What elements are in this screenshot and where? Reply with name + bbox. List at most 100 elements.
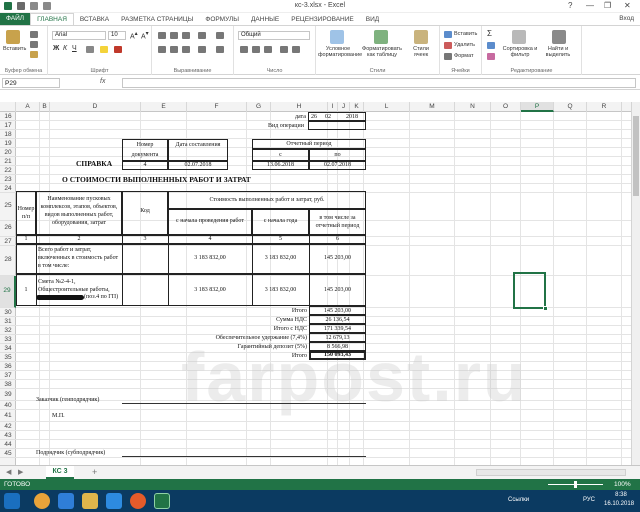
font-size-dropdown[interactable]: 10 (108, 31, 126, 40)
column-header-p[interactable]: P (521, 102, 554, 112)
add-sheet-icon[interactable]: + (92, 467, 97, 477)
selected-cell-p29[interactable] (513, 272, 546, 309)
row-header-21[interactable]: 21 (0, 157, 16, 166)
name-box[interactable]: P29 (2, 78, 60, 88)
column-header-b[interactable]: B (40, 102, 50, 112)
orientation-icon[interactable] (198, 32, 206, 39)
number-format-dropdown[interactable]: Общий (238, 31, 310, 40)
row-header-35[interactable]: 35 (0, 353, 16, 362)
row-header-45[interactable]: 45 (0, 449, 16, 458)
column-header-k[interactable]: K (350, 102, 364, 112)
tab-file[interactable]: ФАЙЛ (0, 13, 31, 25)
column-header-d[interactable]: D (50, 102, 141, 112)
row-header-17[interactable]: 17 (0, 121, 16, 130)
font-color-icon[interactable] (114, 46, 122, 53)
align-middle-icon[interactable] (170, 32, 178, 39)
cut-icon[interactable] (30, 31, 38, 38)
row-header-43[interactable]: 43 (0, 431, 16, 440)
conditional-format-icon[interactable] (330, 30, 344, 44)
paste-label[interactable]: Вставить (3, 46, 26, 52)
find-select-button[interactable]: Найти и выделить (540, 46, 576, 58)
row-header-23[interactable]: 23 (0, 175, 16, 184)
column-header-l[interactable]: L (364, 102, 410, 112)
row-header-22[interactable]: 22 (0, 166, 16, 175)
row-header-34[interactable]: 34 (0, 344, 16, 353)
row-header-40[interactable]: 40 (0, 401, 16, 410)
zoom-level[interactable]: 100% (614, 481, 631, 488)
find-select-icon[interactable] (552, 30, 566, 44)
tab-data[interactable]: ДАННЫЕ (245, 16, 285, 23)
tab-formulas[interactable]: ФОРМУЛЫ (199, 16, 245, 23)
format-painter-icon[interactable] (30, 51, 38, 58)
sheet-tab-ks3[interactable]: КС 3 (46, 466, 74, 479)
column-header-e[interactable]: E (141, 102, 187, 112)
wrap-text-icon[interactable] (216, 32, 224, 39)
tab-page-layout[interactable]: РАЗМЕТКА СТРАНИЦЫ (115, 16, 199, 23)
delete-cells-button[interactable]: Удалить (454, 42, 475, 48)
conditional-format-button[interactable]: Условное форматирование (318, 46, 362, 58)
grow-font-icon[interactable]: A▴ (130, 31, 138, 40)
row-header-16[interactable]: 16 (0, 112, 16, 121)
column-header-f[interactable]: F (187, 102, 247, 112)
insert-cells-button[interactable]: Вставить (454, 31, 477, 37)
column-header-a[interactable]: A (16, 102, 40, 112)
row-header-20[interactable]: 20 (0, 148, 16, 157)
excel-taskbar-icon[interactable] (154, 493, 170, 509)
bold-icon[interactable]: Ж (53, 45, 59, 52)
help-button[interactable]: ? (568, 1, 572, 10)
indent-icon[interactable] (198, 46, 206, 53)
fill-handle[interactable] (543, 306, 548, 311)
row-header-31[interactable]: 31 (0, 317, 16, 326)
fill-color-icon[interactable] (100, 46, 108, 53)
row-header-19[interactable]: 19 (0, 139, 16, 148)
fx-icon[interactable]: fx (100, 78, 105, 85)
row-header-26[interactable]: 26 (0, 221, 16, 237)
clock-date[interactable]: 16.10.2018 (604, 501, 634, 507)
underline-icon[interactable]: Ч (72, 45, 77, 52)
align-bottom-icon[interactable] (182, 32, 190, 39)
column-header-j[interactable]: J (338, 102, 350, 112)
cell-styles-button[interactable]: Стили ячеек (408, 46, 434, 58)
column-header-n[interactable]: N (455, 102, 491, 112)
column-header-i[interactable]: I (328, 102, 338, 112)
firefox-icon[interactable] (130, 493, 146, 509)
vertical-scrollbar[interactable] (631, 102, 640, 465)
chrome-icon[interactable] (34, 493, 50, 509)
media-icon[interactable] (106, 493, 122, 509)
decrease-decimal-icon[interactable] (292, 46, 300, 53)
row-header-33[interactable]: 33 (0, 335, 16, 344)
italic-icon[interactable]: К (63, 45, 67, 52)
column-header-g[interactable]: G (247, 102, 271, 112)
merge-center-icon[interactable] (216, 46, 224, 53)
prev-sheet-icon[interactable]: ◀ (6, 468, 11, 476)
select-all-corner[interactable] (0, 102, 16, 112)
minimize-button[interactable]: — (586, 1, 594, 10)
sign-in-link[interactable]: Вход (619, 15, 634, 22)
row-header-37[interactable]: 37 (0, 371, 16, 380)
row-header-36[interactable]: 36 (0, 362, 16, 371)
tab-review[interactable]: РЕЦЕНЗИРОВАНИЕ (285, 16, 360, 23)
increase-decimal-icon[interactable] (280, 46, 288, 53)
folder-icon[interactable] (82, 493, 98, 509)
row-header-30[interactable]: 30 (0, 308, 16, 317)
tab-view[interactable]: ВИД (360, 16, 385, 23)
column-header-r[interactable]: R (587, 102, 622, 112)
column-header-m[interactable]: M (410, 102, 455, 112)
font-name-dropdown[interactable]: Arial (52, 31, 106, 40)
clock-time[interactable]: 8:38 (606, 492, 636, 498)
align-left-icon[interactable] (158, 46, 166, 53)
comma-style-icon[interactable] (264, 46, 272, 53)
formula-input[interactable] (122, 78, 636, 88)
paste-icon[interactable] (6, 30, 20, 44)
ie-icon[interactable] (58, 493, 74, 509)
delete-cells-icon[interactable] (444, 42, 452, 49)
close-button[interactable]: ✕ (624, 1, 631, 10)
horizontal-scrollbar[interactable] (476, 469, 626, 476)
align-top-icon[interactable] (158, 32, 166, 39)
maximize-button[interactable]: ❐ (604, 1, 611, 10)
insert-cells-icon[interactable] (444, 31, 452, 38)
format-as-table-button[interactable]: Форматировать как таблицу (360, 46, 404, 58)
row-header-32[interactable]: 32 (0, 326, 16, 335)
format-cells-button[interactable]: Формат (454, 53, 474, 59)
row-header-38[interactable]: 38 (0, 380, 16, 389)
